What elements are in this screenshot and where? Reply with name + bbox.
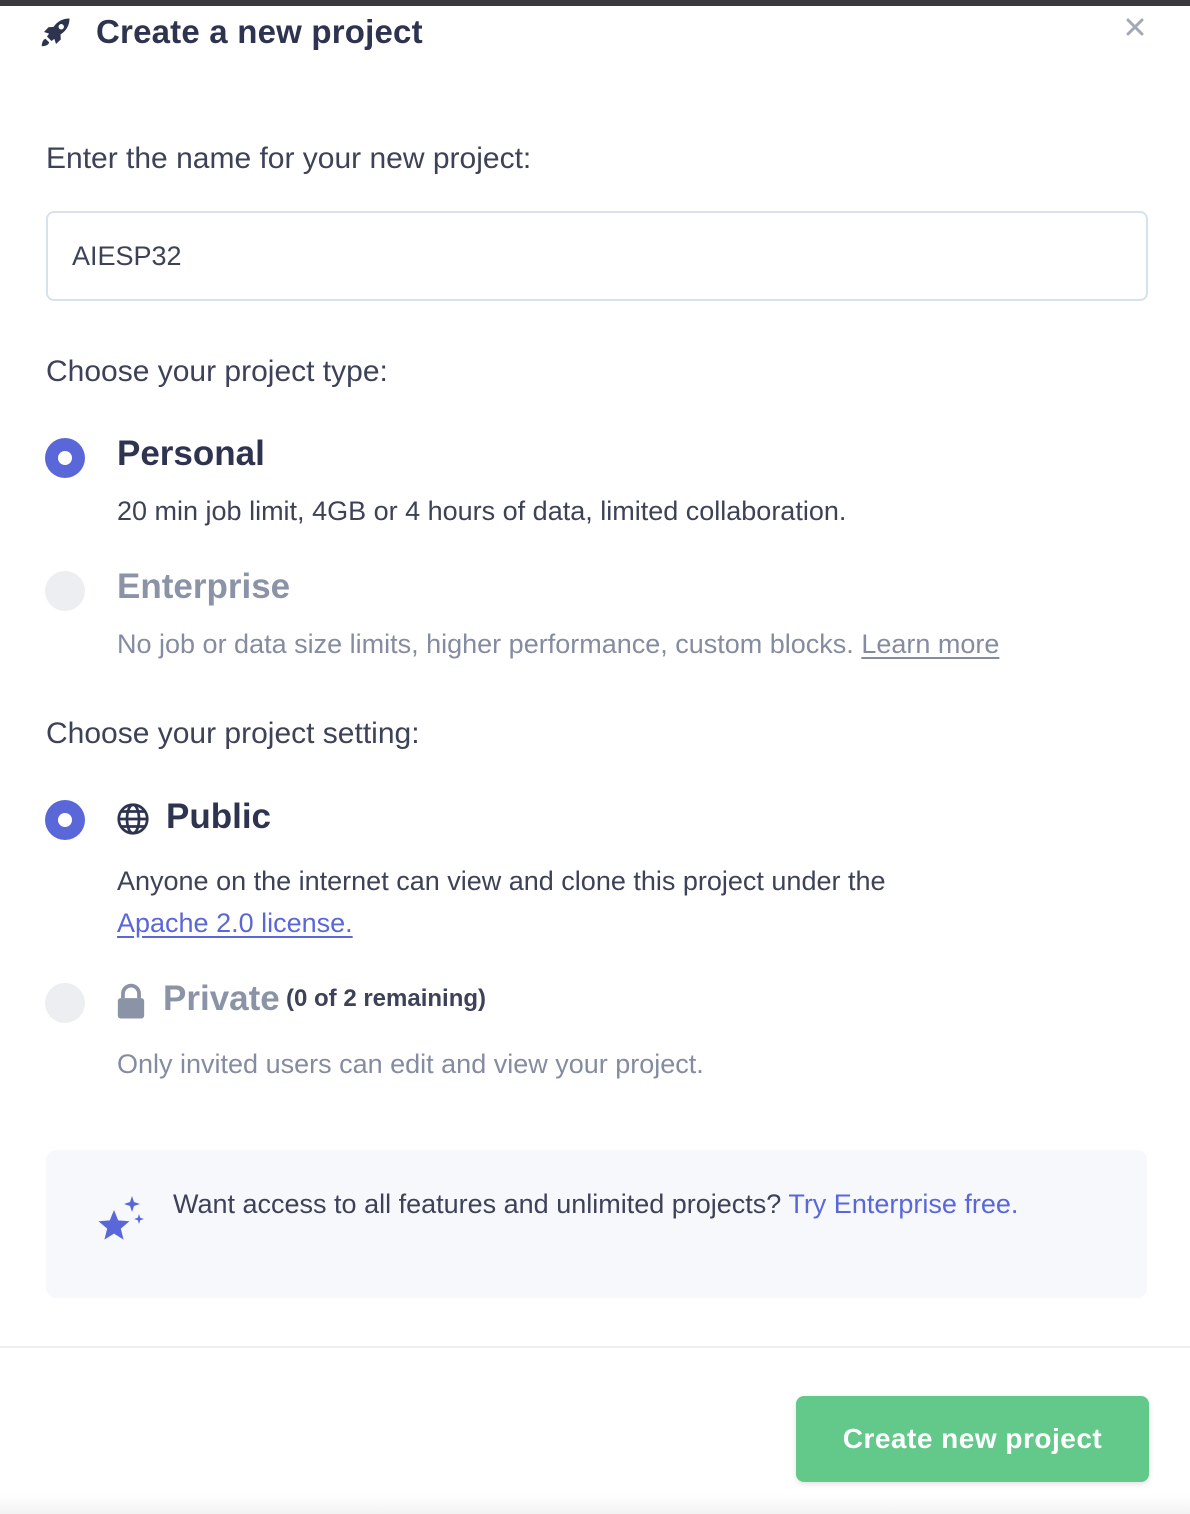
radio-public[interactable] bbox=[45, 800, 85, 840]
rocket-icon bbox=[36, 12, 76, 52]
apache-license-link[interactable]: Apache 2.0 license. bbox=[117, 908, 353, 938]
footer-divider bbox=[0, 1346, 1190, 1348]
project-name-input[interactable] bbox=[46, 211, 1148, 301]
globe-icon bbox=[115, 801, 151, 837]
modal-header: Create a new project bbox=[36, 10, 423, 54]
project-name-label: Enter the name for your new project: bbox=[46, 142, 532, 175]
project-setting-label: Choose your project setting: bbox=[46, 717, 420, 750]
option-private-title[interactable]: Private bbox=[163, 979, 280, 1019]
public-description-text: Anyone on the internet can view and clon… bbox=[117, 866, 886, 896]
project-type-label: Choose your project type: bbox=[46, 355, 388, 388]
learn-more-link[interactable]: Learn more bbox=[861, 629, 999, 659]
try-enterprise-link[interactable]: Try Enterprise free. bbox=[788, 1189, 1018, 1219]
private-remaining-count: (0 of 2 remaining) bbox=[286, 985, 487, 1012]
option-enterprise-title[interactable]: Enterprise bbox=[117, 567, 290, 607]
promo-message: Want access to all features and unlimite… bbox=[173, 1189, 782, 1219]
lock-icon bbox=[113, 982, 149, 1020]
radio-private[interactable] bbox=[45, 983, 85, 1023]
enterprise-description-text: No job or data size limits, higher perfo… bbox=[117, 629, 854, 659]
radio-enterprise[interactable] bbox=[45, 571, 85, 611]
option-enterprise-description: No job or data size limits, higher perfo… bbox=[117, 623, 999, 665]
option-private-description: Only invited users can edit and view you… bbox=[117, 1049, 704, 1079]
option-public-title[interactable]: Public bbox=[166, 797, 271, 837]
window-top-border bbox=[0, 0, 1190, 6]
bottom-edge bbox=[0, 1494, 1190, 1514]
enterprise-promo-banner: Want access to all features and unlimite… bbox=[46, 1150, 1147, 1298]
modal-title: Create a new project bbox=[96, 13, 423, 50]
option-public-description: Anyone on the internet can view and clon… bbox=[117, 860, 1017, 944]
option-personal-description: 20 min job limit, 4GB or 4 hours of data… bbox=[117, 496, 847, 526]
close-icon[interactable] bbox=[1122, 14, 1148, 40]
sparkle-star-icon bbox=[92, 1194, 146, 1248]
promo-text: Want access to all features and unlimite… bbox=[173, 1183, 1073, 1225]
create-project-button[interactable]: Create new project bbox=[796, 1396, 1149, 1482]
option-personal-title[interactable]: Personal bbox=[117, 434, 265, 474]
radio-personal[interactable] bbox=[45, 438, 85, 478]
